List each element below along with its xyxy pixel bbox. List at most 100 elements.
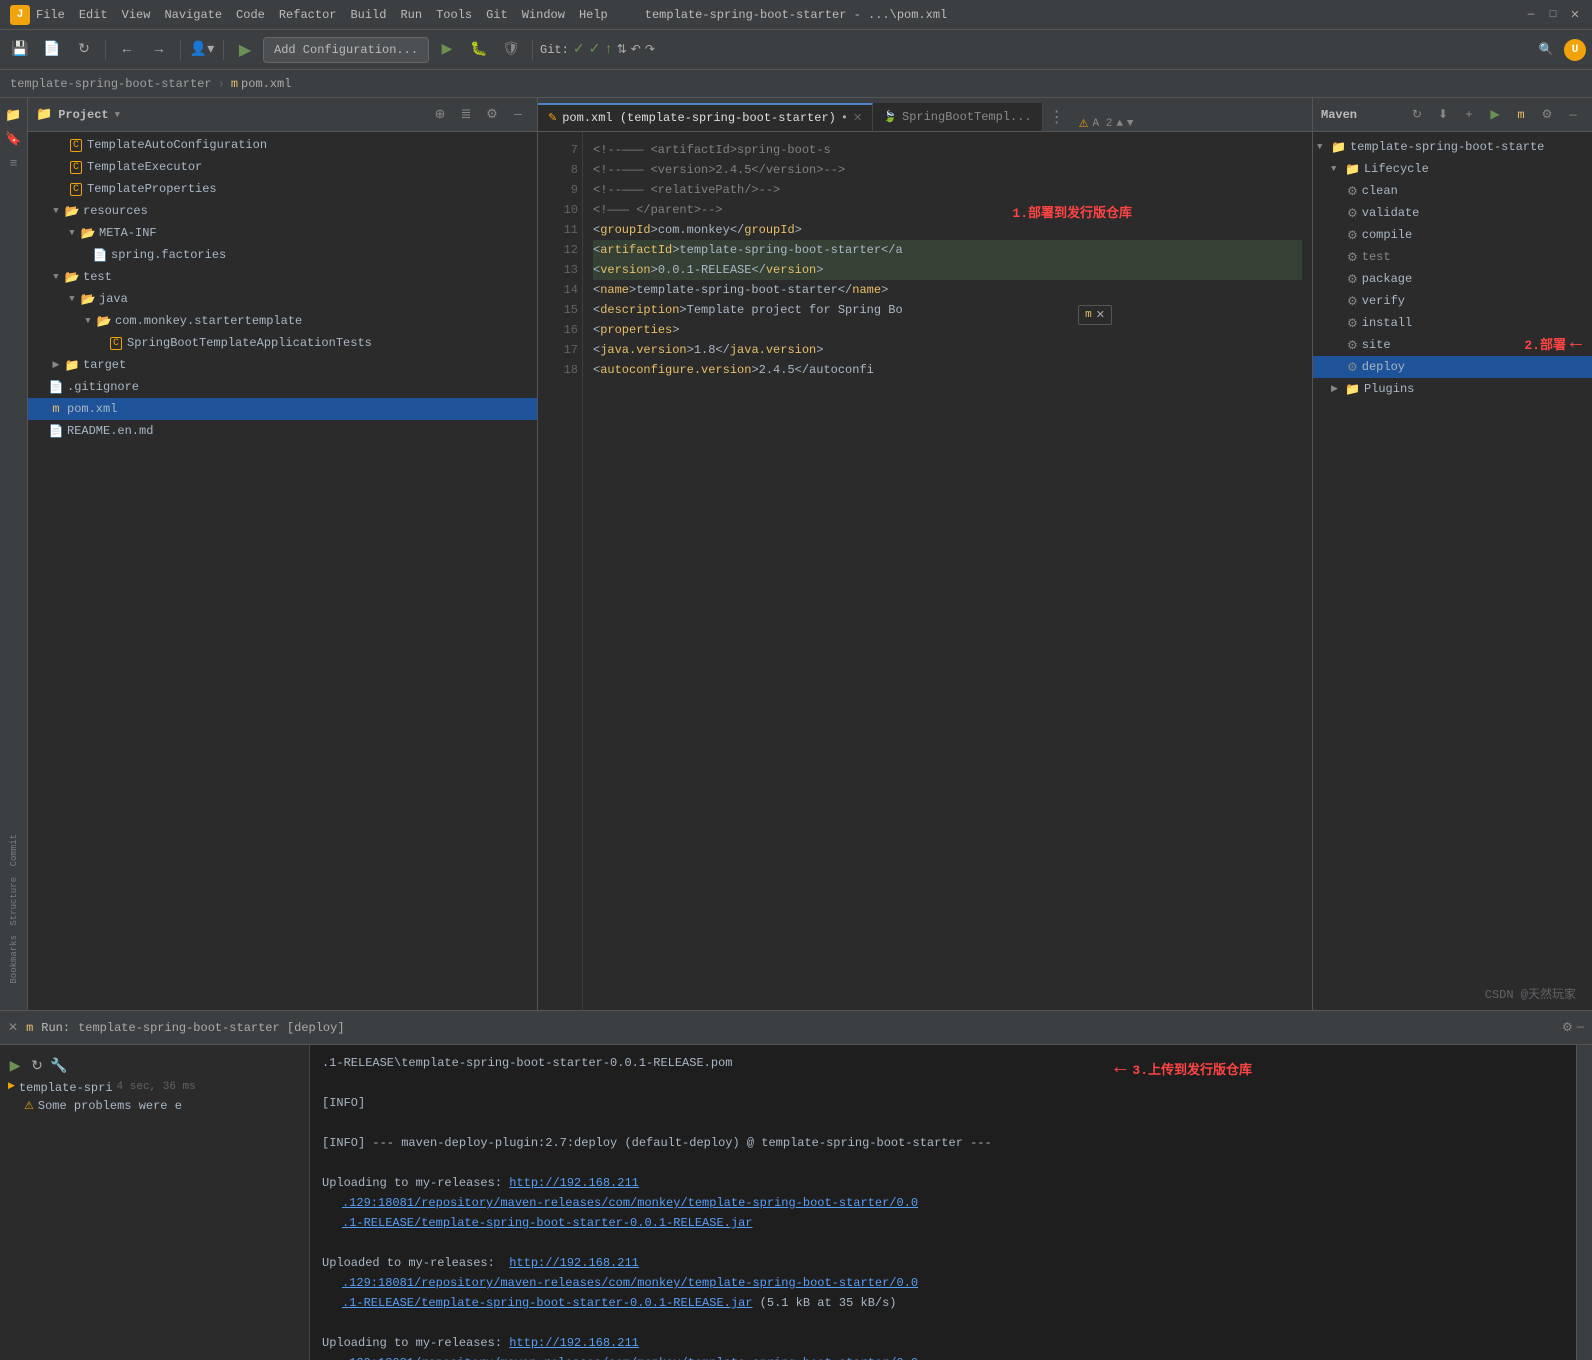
- menu-tools[interactable]: Tools: [436, 8, 472, 22]
- tab-springboottempl[interactable]: 🍃 SpringBootTempl...: [873, 103, 1042, 131]
- bookmarks-label[interactable]: Bookmarks: [9, 931, 19, 988]
- uploaded-link-2a[interactable]: .129:18081/repository/maven-releases/com…: [342, 1276, 918, 1290]
- save-all-button[interactable]: 📄: [38, 36, 66, 64]
- tree-item-test[interactable]: ▼ 📂 test: [28, 266, 537, 288]
- maven-deploy[interactable]: ⚙ deploy: [1313, 356, 1592, 378]
- project-dropdown-arrow[interactable]: ▼: [115, 110, 120, 120]
- back-button[interactable]: ←: [113, 36, 141, 64]
- maven-lifecycle-header[interactable]: ▼ 📁 Lifecycle: [1313, 158, 1592, 180]
- tree-item-templateautoconfig[interactable]: C TemplateAutoConfiguration: [28, 134, 537, 156]
- menu-build[interactable]: Build: [350, 8, 386, 22]
- upload-link-3[interactable]: http://192.168.211: [509, 1336, 639, 1350]
- run-wrench-button[interactable]: 🔧: [48, 1055, 70, 1077]
- run-minimize-button[interactable]: —: [1577, 1020, 1584, 1035]
- git-redo-icon[interactable]: ↷: [645, 42, 655, 57]
- git-undo-icon[interactable]: ↶: [631, 42, 641, 57]
- tree-item-gitignore[interactable]: 📄 .gitignore: [28, 376, 537, 398]
- run-settings-button[interactable]: ⚙: [1562, 1020, 1573, 1035]
- tab-pomxml[interactable]: ✎ pom.xml (template-spring-boot-starter)…: [538, 103, 873, 131]
- search-icon[interactable]: 🔍: [1532, 36, 1560, 64]
- maven-verify[interactable]: ⚙ verify: [1313, 290, 1592, 312]
- project-panel-toggle[interactable]: 📁: [3, 104, 25, 126]
- error-nav-up[interactable]: ▲: [1116, 118, 1123, 130]
- tree-item-metainf[interactable]: ▼ 📂 META-INF: [28, 222, 537, 244]
- popup-close[interactable]: ✕: [1096, 308, 1105, 322]
- close-project-panel-button[interactable]: —: [507, 104, 529, 126]
- menu-window[interactable]: Window: [522, 8, 565, 22]
- maven-clean[interactable]: ⚙ clean: [1313, 180, 1592, 202]
- user-button[interactable]: 👤▾: [188, 36, 216, 64]
- upload-link-1a[interactable]: .129:18081/repository/maven-releases/com…: [342, 1196, 918, 1210]
- maven-install[interactable]: ⚙ install: [1313, 312, 1592, 334]
- tree-item-readme[interactable]: 📄 README.en.md: [28, 420, 537, 442]
- maven-minimize-button[interactable]: —: [1562, 104, 1584, 126]
- menu-refactor[interactable]: Refactor: [279, 8, 337, 22]
- maven-refresh-button[interactable]: ↻: [1406, 104, 1428, 126]
- maven-m-button[interactable]: m: [1510, 104, 1532, 126]
- tree-item-springfactories[interactable]: 📄 spring.factories: [28, 244, 537, 266]
- tree-item-pomxml[interactable]: m pom.xml: [28, 398, 537, 420]
- breadcrumb-project[interactable]: template-spring-boot-starter: [10, 77, 212, 91]
- upload-link-1b[interactable]: .1-RELEASE/template-spring-boot-starter-…: [342, 1216, 752, 1230]
- minimize-button[interactable]: —: [1524, 8, 1538, 22]
- user-avatar[interactable]: U: [1564, 39, 1586, 61]
- maven-run-button[interactable]: ▶: [1484, 104, 1506, 126]
- menu-bar[interactable]: File Edit View Navigate Code Refactor Bu…: [36, 8, 608, 22]
- run-warning-item[interactable]: ⚠ Some problems were e: [0, 1097, 309, 1115]
- tree-item-templateprops[interactable]: C TemplateProperties: [28, 178, 537, 200]
- upload-link-1[interactable]: http://192.168.211: [509, 1176, 639, 1190]
- maven-validate[interactable]: ⚙ validate: [1313, 202, 1592, 224]
- debug-button[interactable]: 🐛: [465, 36, 493, 64]
- code-content[interactable]: <!--——— <artifactId>spring-boot-s <!--——…: [583, 132, 1312, 1010]
- upload-link-3a[interactable]: .129:18081/repository/maven-releases/com…: [342, 1356, 918, 1360]
- sync-button[interactable]: ↻: [70, 36, 98, 64]
- close-button[interactable]: ✕: [1568, 8, 1582, 22]
- tab-more-button[interactable]: ⋮: [1043, 103, 1071, 131]
- run-rerun-button[interactable]: ↻: [26, 1055, 48, 1077]
- maven-site[interactable]: ⚙ site: [1313, 334, 1592, 356]
- uploaded-link-1[interactable]: http://192.168.211: [509, 1256, 639, 1270]
- maven-project-root[interactable]: ▼ 📁 template-spring-boot-starte: [1313, 136, 1592, 158]
- breadcrumb-file[interactable]: pom.xml: [241, 77, 291, 91]
- maximize-button[interactable]: □: [1546, 8, 1560, 22]
- menu-code[interactable]: Code: [236, 8, 265, 22]
- run-button[interactable]: ▶: [433, 36, 461, 64]
- git-sync-icon[interactable]: ⇅: [617, 42, 627, 57]
- tree-item-resources[interactable]: ▼ 📂 resources: [28, 200, 537, 222]
- run-close-button[interactable]: ✕: [8, 1020, 18, 1035]
- menu-run[interactable]: Run: [400, 8, 422, 22]
- uploaded-link-2b[interactable]: .1-RELEASE/template-spring-boot-starter-…: [342, 1296, 752, 1310]
- project-settings-button[interactable]: ⚙: [481, 104, 503, 126]
- tree-item-pkg[interactable]: ▼ 📂 com.monkey.startertemplate: [28, 310, 537, 332]
- menu-git[interactable]: Git: [486, 8, 508, 22]
- bookmarks-icon[interactable]: 🔖: [3, 128, 25, 150]
- maven-settings-icon[interactable]: ⚙: [1536, 104, 1558, 126]
- tree-item-templateexecutor[interactable]: C TemplateExecutor: [28, 156, 537, 178]
- commit-label[interactable]: Commit: [9, 830, 19, 870]
- structure-icon[interactable]: ≡: [3, 152, 25, 174]
- tree-item-springboottests[interactable]: C SpringBootTemplateApplicationTests: [28, 332, 537, 354]
- run-output[interactable]: .1-RELEASE\template-spring-boot-starter-…: [310, 1045, 1576, 1360]
- run-config-dropdown[interactable]: Add Configuration...: [263, 37, 429, 63]
- maven-plugins[interactable]: ▶ 📁 Plugins: [1313, 378, 1592, 400]
- coverage-button[interactable]: 🛡: [497, 36, 525, 64]
- menu-file[interactable]: File: [36, 8, 65, 22]
- maven-compile[interactable]: ⚙ compile: [1313, 224, 1592, 246]
- run-play-button[interactable]: ▶: [4, 1055, 26, 1077]
- forward-button[interactable]: →: [145, 36, 173, 64]
- menu-help[interactable]: Help: [579, 8, 608, 22]
- maven-package[interactable]: ⚙ package: [1313, 268, 1592, 290]
- collapse-all-button[interactable]: ≣: [455, 104, 477, 126]
- maven-add-button[interactable]: +: [1458, 104, 1480, 126]
- error-nav-down[interactable]: ▼: [1127, 118, 1134, 130]
- tree-item-java[interactable]: ▼ 📂 java: [28, 288, 537, 310]
- maven-test[interactable]: ⚙ test: [1313, 246, 1592, 268]
- right-scrollbar[interactable]: [1576, 1045, 1592, 1360]
- locate-file-button[interactable]: ⊕: [429, 104, 451, 126]
- tab-close-button[interactable]: ✕: [853, 111, 862, 125]
- tree-item-target[interactable]: ▶ 📁 target: [28, 354, 537, 376]
- menu-edit[interactable]: Edit: [79, 8, 108, 22]
- structure-label[interactable]: Structure: [9, 873, 19, 930]
- save-button[interactable]: 💾: [6, 36, 34, 64]
- maven-download-button[interactable]: ⬇: [1432, 104, 1454, 126]
